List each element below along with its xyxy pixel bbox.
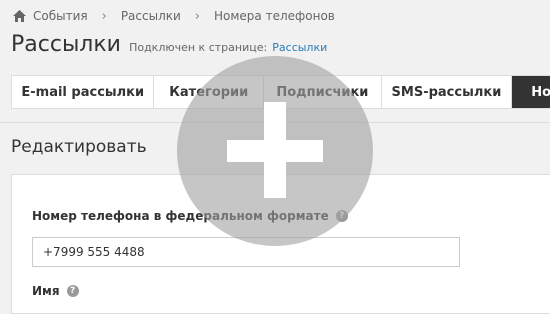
connected-label: Подключен к странице: [129, 41, 268, 54]
help-icon[interactable]: ? [66, 285, 79, 297]
page-title: Рассылки [11, 32, 121, 57]
section-title: Редактировать [11, 137, 147, 157]
name-field-label: Имя ? [32, 284, 79, 298]
page-header: Рассылки Подключен к странице: Рассылки [11, 32, 327, 57]
tab-sms-mailings[interactable]: SMS-рассылки [382, 76, 513, 108]
connected-page-link[interactable]: Рассылки [272, 41, 327, 54]
plus-icon [264, 102, 286, 198]
tab-phone-numbers[interactable]: Но [512, 76, 550, 108]
breadcrumb-item-events[interactable]: События [33, 9, 88, 23]
home-icon[interactable] [13, 10, 26, 22]
tab-email-mailings[interactable]: E-mail рассылки [12, 76, 155, 108]
breadcrumb-separator: › [194, 8, 200, 24]
breadcrumb: События › Рассылки › Номера телефонов [13, 8, 335, 24]
name-field-label-text: Имя [32, 284, 60, 298]
breadcrumb-separator: › [101, 8, 107, 24]
breadcrumb-item-mailings[interactable]: Рассылки [121, 9, 181, 23]
breadcrumb-item-phone-numbers: Номера телефонов [214, 9, 335, 23]
add-overlay-button[interactable] [177, 56, 373, 246]
